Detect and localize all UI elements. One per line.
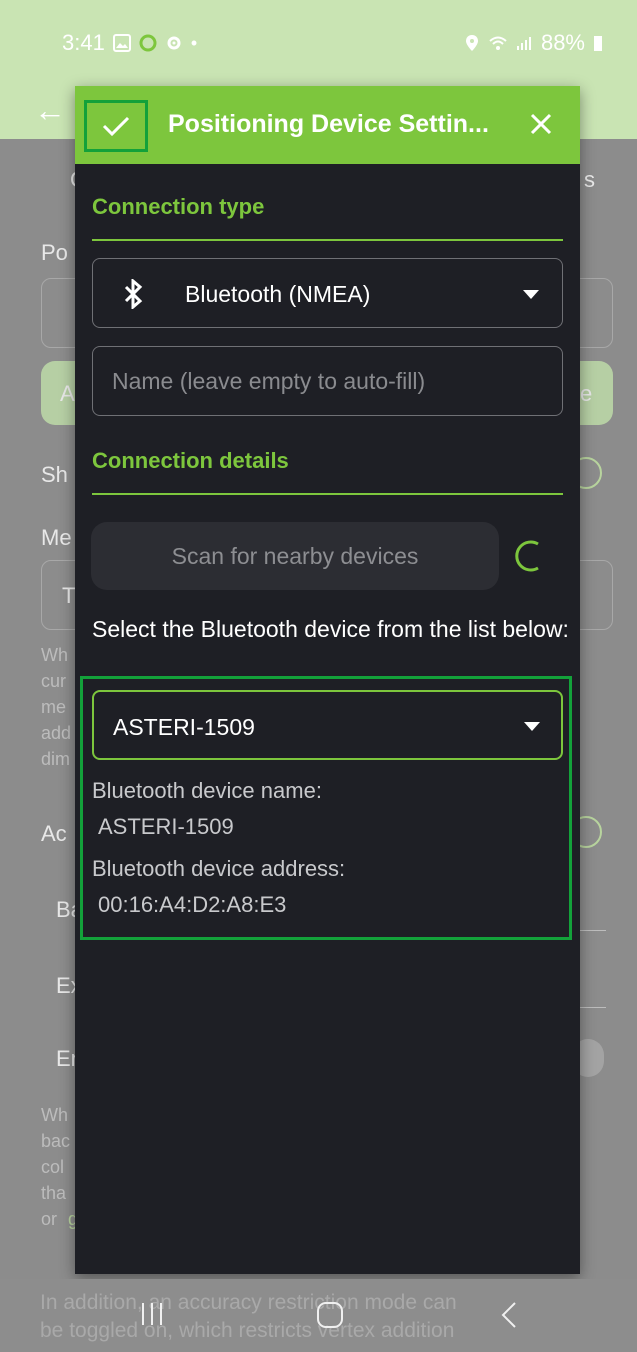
home-icon[interactable] [316, 1301, 344, 1329]
bg-text: tha [41, 1183, 67, 1203]
dot-icon: • [190, 32, 198, 53]
device-name-input[interactable] [92, 346, 563, 416]
dialog-title: Positioning Device Settin... [168, 110, 489, 138]
bg-text: s [584, 167, 595, 192]
bg-text: e [580, 381, 593, 406]
back-arrow-icon[interactable]: ← [34, 92, 66, 129]
bg-text: Po [41, 240, 68, 265]
bg-text: dim [41, 749, 71, 769]
scan-button-label: Scan for nearby devices [171, 542, 419, 569]
navigation-bar: In addition, an accuracy restriction mod… [0, 1279, 637, 1352]
recent-apps-icon[interactable] [140, 1301, 164, 1327]
bg-footer-text: be toggled on, which restricts vertex ad… [40, 1319, 455, 1342]
bg-text: Ac [41, 821, 67, 846]
bg-text: me [41, 697, 67, 717]
section-divider [92, 493, 563, 495]
positioning-device-settings-dialog: Positioning Device Settin... Connection … [75, 86, 580, 1274]
bg-text: or [41, 1209, 58, 1229]
wifi-icon [489, 36, 507, 50]
checkmark-icon [102, 116, 130, 137]
status-bar: 3:41 • 88% [0, 0, 637, 84]
location-icon [465, 35, 478, 51]
battery-percent: 88% [540, 30, 585, 55]
chevron-down-icon [524, 722, 540, 731]
bluetooth-device-select[interactable]: ASTERI-1509 [92, 690, 563, 760]
scan-devices-button[interactable]: Scan for nearby devices [91, 522, 499, 590]
confirm-button[interactable] [84, 100, 148, 152]
device-list-prompt: Select the Bluetooth device from the lis… [92, 616, 569, 642]
device-address-value: 00:16:A4:D2:A8:E3 [98, 892, 287, 917]
device-name-label: Bluetooth device name: [92, 778, 322, 803]
chevron-down-icon [523, 290, 539, 299]
bg-text: Me [41, 525, 72, 550]
gear-icon [167, 36, 181, 50]
section-divider [92, 239, 563, 241]
status-left: 3:41 • [62, 30, 197, 56]
bg-text: A [60, 381, 75, 406]
bg-text: col [41, 1157, 65, 1177]
connection-type-heading: Connection type [92, 194, 265, 219]
signal-icon [516, 37, 531, 50]
gallery-icon [112, 34, 131, 52]
bg-text: Sh [41, 462, 68, 487]
close-icon [530, 113, 552, 135]
device-address-label: Bluetooth device address: [92, 856, 346, 881]
loading-spinner-icon [515, 540, 539, 572]
bg-text: Wh [41, 645, 68, 665]
bg-text: Wh [41, 1105, 68, 1125]
bg-text: cur [41, 671, 67, 691]
bg-text: add [41, 723, 72, 743]
connection-type-value: Bluetooth (NMEA) [185, 281, 371, 307]
close-button[interactable] [523, 106, 559, 142]
app-icon [139, 34, 157, 52]
bg-footer-text: In addition, an accuracy restriction mod… [40, 1291, 457, 1314]
battery-icon [594, 36, 602, 51]
bg-text: bac [41, 1131, 71, 1151]
dialog-header: Positioning Device Settin... [75, 86, 580, 164]
selected-device-value: ASTERI-1509 [113, 714, 255, 740]
status-time: 3:41 [62, 30, 105, 55]
bg-text: T [62, 583, 76, 608]
device-name-value: ASTERI-1509 [98, 814, 234, 839]
connection-details-heading: Connection details [92, 448, 289, 473]
connection-type-select[interactable]: Bluetooth (NMEA) [92, 258, 563, 328]
bluetooth-icon [124, 279, 143, 309]
status-right: 88% [463, 30, 603, 56]
back-nav-icon[interactable] [500, 1301, 518, 1329]
